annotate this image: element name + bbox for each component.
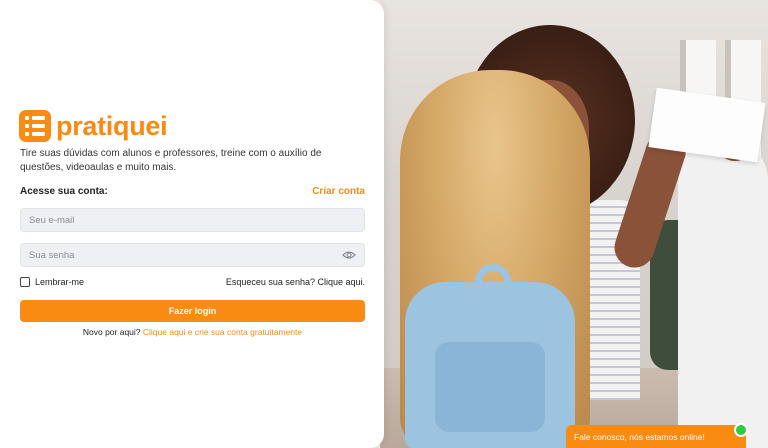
login-button[interactable]: Fazer login [20,300,365,322]
create-account-link[interactable]: Criar conta [312,186,365,197]
chat-label: Fale conosco, nós estamos online! [574,431,705,442]
blue-backpack [405,264,575,448]
signup-prefix: Novo por aqui? [82,327,141,337]
hero-photo [380,0,768,448]
signup-link[interactable]: Clique aqui e crie sua conta gratuitamen… [143,327,302,337]
signup-prompt: Novo por aqui? Clique aqui e crie sua co… [20,327,365,337]
tagline: Tire suas dúvidas com alunos e professor… [20,148,322,173]
remember-label: Lembrar-me [35,277,85,287]
access-label: Acesse sua conta: [20,186,108,197]
login-options: Lembrar-me Esqueceu sua senha? Clique aq… [20,277,365,287]
brand-name: pratiquei [56,110,168,141]
email-field[interactable] [20,208,365,232]
eye-icon[interactable] [342,250,356,260]
remember-checkbox[interactable] [20,277,30,287]
email-input[interactable] [29,214,356,226]
password-input[interactable] [29,249,342,261]
access-header: Acesse sua conta: Criar conta [20,186,365,197]
login-panel: pratiquei Tire suas dúvidas com alunos e… [0,0,384,448]
chat-widget[interactable]: Fale conosco, nós estamos online! [566,423,748,448]
student-right [678,140,768,448]
backpack-strap [475,264,511,294]
remember-me[interactable]: Lembrar-me [20,277,84,287]
online-status-icon [734,423,748,437]
forgot-password-link[interactable]: Esqueceu sua senha? Clique aqui. [226,277,365,287]
password-field[interactable] [20,243,365,267]
backpack-pocket [435,342,545,432]
list-icon [19,110,51,142]
brand-logo[interactable]: pratiquei [19,110,168,142]
